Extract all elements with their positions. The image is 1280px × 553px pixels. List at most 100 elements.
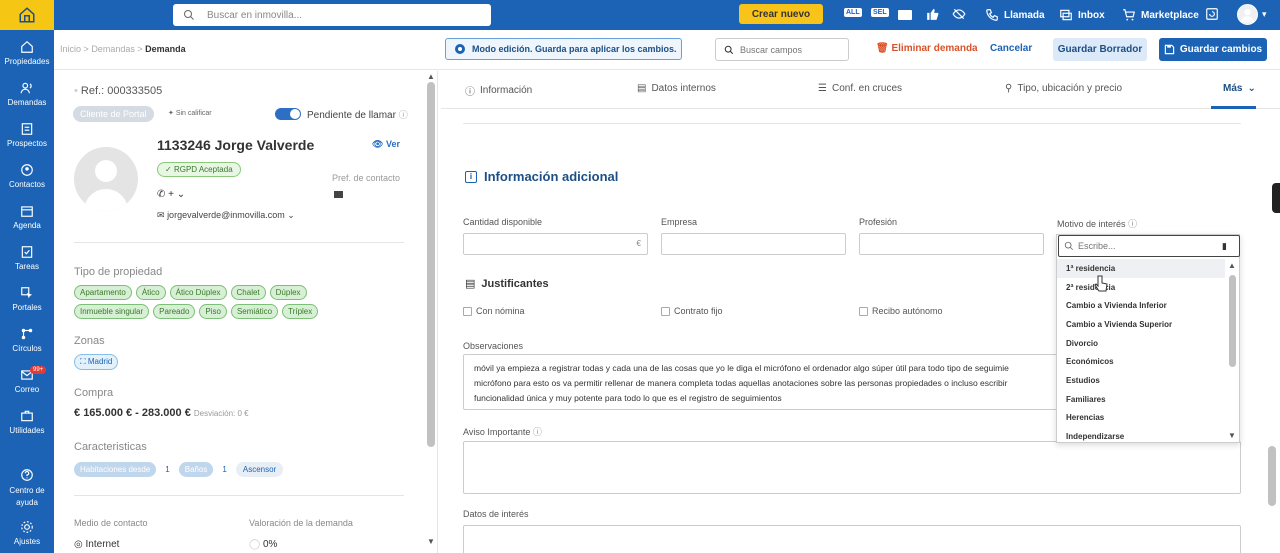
checkbox-con-nomina[interactable]: Con nómina <box>463 306 525 316</box>
sidebar-item-ajustes[interactable]: Ajustes <box>0 520 54 546</box>
left-scrollbar[interactable]: ▲ ▼ <box>427 72 435 546</box>
sidebar-item-agenda[interactable]: Agenda <box>0 204 54 230</box>
tab-datos-internos[interactable]: ▤ Datos internos <box>637 83 716 94</box>
dropdown-scrollbar-thumb[interactable] <box>1229 275 1236 367</box>
euro-icon: € <box>74 407 81 419</box>
profession-input[interactable] <box>859 233 1044 255</box>
sidebar-item-label: Tareas <box>14 262 39 271</box>
clear-icon[interactable]: ▮ <box>1222 241 1227 252</box>
eye-off-icon[interactable] <box>952 7 966 24</box>
search-icon <box>1064 241 1074 251</box>
sidebar-item-utilidades[interactable]: Utilidades <box>0 409 54 435</box>
marketplace-link[interactable]: Marketplace <box>1122 8 1199 22</box>
dropdown-search[interactable]: ▮ <box>1058 235 1240 257</box>
sidebar-item-tareas[interactable]: Tareas <box>0 245 54 271</box>
interest-reason-label: Motivo de interés ⓘ <box>1057 217 1137 230</box>
refresh-icon[interactable] <box>1205 7 1219 24</box>
sidebar-item-demandas[interactable]: Demandas <box>0 81 54 107</box>
dropdown-option[interactable]: Cambio a Vivienda Inferior <box>1057 296 1225 315</box>
tab-mas[interactable]: Más ⌄ <box>1223 83 1256 94</box>
call-link[interactable]: Llamada <box>985 8 1045 22</box>
company-input[interactable] <box>661 233 846 255</box>
globe-icon: ◎ <box>74 539 83 550</box>
profession-label: Profesión <box>859 217 898 227</box>
scroll-down-icon[interactable]: ▼ <box>427 537 435 546</box>
rating[interactable]: ✦ Sin calificar <box>168 109 212 117</box>
global-search[interactable] <box>173 4 491 26</box>
dropdown-search-input[interactable] <box>1078 241 1218 251</box>
thumbs-up-icon[interactable] <box>926 7 940 24</box>
view-contact-link[interactable]: 👁 Ver <box>372 139 400 150</box>
sidebar-item-centro-ayuda[interactable]: Centro de ayuda <box>0 468 54 509</box>
global-search-input[interactable] <box>207 9 467 21</box>
left-scrollbar-thumb[interactable] <box>427 82 435 447</box>
dropdown-option[interactable]: 1ª residencia <box>1057 259 1225 278</box>
sidebar-item-correo[interactable]: 99+ Correo <box>0 366 54 394</box>
delete-demand-label: Eliminar demanda <box>891 43 978 54</box>
breadcrumb-current: Demanda <box>145 44 186 54</box>
checkbox-contrato-fijo[interactable]: Contrato fijo <box>661 306 723 316</box>
field-search-input[interactable] <box>740 44 840 55</box>
app-logo[interactable] <box>0 0 54 30</box>
sidebar-item-portales[interactable]: Portales <box>0 286 54 312</box>
important-notice-textarea[interactable] <box>463 441 1241 494</box>
sel-icon[interactable]: SEL <box>871 8 889 17</box>
sidebar-item-circulos[interactable]: Círculos <box>0 327 54 353</box>
cancel-button[interactable]: Cancelar <box>990 43 1032 54</box>
field-search[interactable] <box>715 38 849 61</box>
dropdown-option[interactable]: Herencias <box>1057 409 1225 428</box>
chip: Ático Dúplex <box>169 285 227 300</box>
dropdown-option[interactable]: 2ª residencia <box>1057 278 1225 297</box>
tab-informacion[interactable]: ⓘ Información <box>465 83 532 98</box>
all-icon[interactable]: ALL <box>844 8 862 17</box>
create-new-button[interactable]: Crear nuevo <box>739 4 823 24</box>
demand-rating-value: ◯ 0% <box>249 539 277 550</box>
dropdown-option[interactable]: Económicos <box>1057 352 1225 371</box>
sidebar-item-label: Centro de ayuda <box>9 486 45 507</box>
save-changes-button[interactable]: Guardar cambios <box>1159 38 1267 61</box>
save-changes-label: Guardar cambios <box>1179 44 1263 55</box>
edit-mode-text: Modo edición. Guarda para aplicar los ca… <box>472 44 677 54</box>
interest-data-textarea[interactable] <box>463 525 1241 553</box>
observations-textarea[interactable]: móvil ya empieza a registrar todas y cad… <box>463 354 1073 410</box>
sidebar-item-contactos[interactable]: Contactos <box>0 163 54 189</box>
info-icon[interactable]: ⓘ <box>533 427 542 437</box>
save-draft-button[interactable]: Guardar Borrador <box>1053 38 1147 61</box>
dropdown-option[interactable]: Familiares <box>1057 390 1225 409</box>
info-icon[interactable]: ⓘ <box>1128 219 1137 229</box>
sidebar-item-propiedades[interactable]: Propiedades <box>0 40 54 66</box>
dropdown-option[interactable]: Divorcio <box>1057 334 1225 353</box>
user-avatar[interactable] <box>1237 4 1258 25</box>
contact-medium-value: ◎ Internet <box>74 539 119 550</box>
dropdown-option[interactable]: Cambio a Vivienda Superior <box>1057 315 1225 334</box>
delete-demand-button[interactable]: 🗑 Eliminar demanda <box>876 43 978 54</box>
checkbox-box[interactable] <box>661 306 670 316</box>
dropdown-scrollbar[interactable]: ▲ ▼ <box>1227 261 1237 441</box>
breadcrumb-home[interactable]: Inicio <box>60 44 81 54</box>
phone-row[interactable]: ✆ + ⌄ <box>157 189 185 200</box>
cart-icon <box>1123 9 1135 21</box>
tab-tipo-ubicacion[interactable]: ⚲ Tipo, ubicación y precio <box>1005 83 1122 94</box>
checkbox-box[interactable] <box>463 306 472 316</box>
info-icon[interactable]: ⓘ <box>399 110 408 120</box>
scroll-up-icon[interactable]: ▲ <box>427 72 435 81</box>
sidebar-item-prospectos[interactable]: Prospectos <box>0 122 54 148</box>
right-scrollbar-thumb[interactable] <box>1268 446 1276 506</box>
scroll-down-icon[interactable]: ▼ <box>1228 431 1236 440</box>
amount-input[interactable]: € <box>463 233 648 255</box>
floating-tab[interactable] <box>1272 183 1280 213</box>
feature-chip: Habitaciones desde <box>74 462 157 477</box>
breadcrumb-demandas[interactable]: Demandas <box>91 44 135 54</box>
inbox-link[interactable]: Inbox <box>1059 8 1105 22</box>
scroll-up-icon[interactable]: ▲ <box>1228 261 1236 270</box>
dropdown-option[interactable]: Estudios <box>1057 371 1225 390</box>
card-icon[interactable] <box>898 10 912 20</box>
pending-call-toggle[interactable] <box>275 108 301 120</box>
tab-conf-cruces[interactable]: ☰ Conf. en cruces <box>818 83 902 94</box>
checkbox-box[interactable] <box>859 306 868 316</box>
demand-rating-text: 0% <box>262 539 278 550</box>
checkbox-recibo-autonomo[interactable]: Recibo autónomo <box>859 306 943 316</box>
chevron-down-icon[interactable]: ▾ <box>1262 9 1267 20</box>
email-row[interactable]: ✉ jorgevalverde@inmovilla.com ⌄ <box>157 210 295 221</box>
dropdown-option[interactable]: Independizarse <box>1057 427 1225 446</box>
